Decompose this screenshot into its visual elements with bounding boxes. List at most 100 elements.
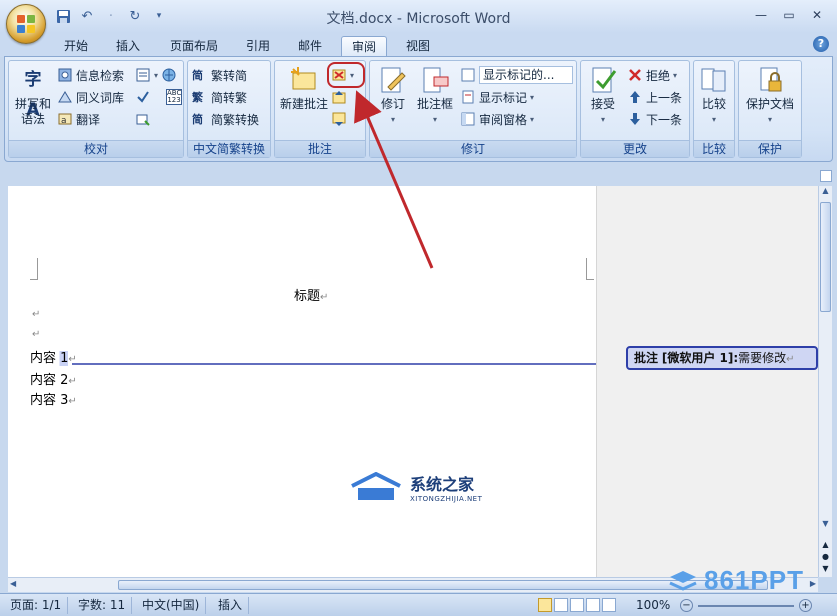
title-bar: ↶ · ↻ ▾ 文档.docx - Microsoft Word — ▭ ✕ [0, 0, 837, 33]
group-label-comments: 批注 [275, 140, 365, 157]
grammar-icon [135, 111, 151, 127]
chevron-down-icon: ▾ [530, 114, 535, 124]
watermark-brand: 861PPT [668, 565, 804, 596]
reject-button[interactable]: 拒绝 ▾ [627, 65, 677, 85]
browse-object-icon[interactable]: ● [819, 552, 832, 561]
vertical-scrollbar[interactable]: ▲ ▼ ▲ ● ▼ [818, 186, 832, 577]
zoom-out-icon[interactable]: − [680, 599, 693, 612]
svg-text:a: a [61, 116, 67, 126]
language-icon [135, 67, 151, 83]
group-label-compare: 比较 [694, 140, 734, 157]
scroll-down-icon[interactable]: ▼ [819, 519, 832, 533]
tab-home[interactable]: 开始 [54, 36, 98, 57]
next-page-icon[interactable]: ▼ [819, 564, 832, 573]
tab-view[interactable]: 视图 [396, 36, 440, 57]
reviewing-pane-button[interactable]: 审阅窗格 ▾ [460, 109, 534, 129]
status-insert-mode[interactable]: 插入 [212, 597, 250, 614]
next-comment-button[interactable] [331, 109, 347, 129]
restore-icon[interactable]: ▭ [777, 6, 801, 24]
tab-mailings[interactable]: 邮件 [288, 36, 332, 57]
research-label: 信息检索 [76, 68, 125, 83]
convert-icon: 简 [192, 113, 203, 126]
previous-page-icon[interactable]: ▲ [819, 540, 832, 549]
translate-button[interactable]: a 翻译 [57, 109, 100, 129]
spell-options-button[interactable]: ABC 123 [135, 87, 182, 107]
group-label-changes: 更改 [581, 140, 689, 157]
previous-change-button[interactable]: 上一条 [627, 87, 682, 107]
status-bar: 页面: 1/1 字数: 11 中文(中国) 插入 100% − + [0, 593, 837, 616]
research-button[interactable]: 信息检索 [57, 65, 124, 85]
balloons-button[interactable]: 批注框 ▾ [414, 65, 456, 127]
thesaurus-button[interactable]: 同义词库 [57, 87, 124, 107]
watermark-brand-text: 861PPT [704, 565, 804, 595]
to-traditional-label: 繁转简 [211, 68, 248, 83]
group-label-chinese: 中文简繁转换 [188, 140, 270, 157]
track-changes-label: 修订 [380, 97, 405, 111]
group-comments: 新建批注 ▾ 批注 [274, 60, 366, 158]
group-tracking: 修订 ▾ 批注框 ▾ 显示标记的... ▾ 显示标记 ▾ 审阅窗格 ▾ 修订 [369, 60, 577, 158]
protect-document-label: 保护文档 [745, 97, 794, 111]
zoom-slider[interactable] [698, 605, 794, 607]
comment-balloon[interactable]: 批注 [微软用户 1]:需要修改↵ [626, 346, 818, 370]
group-changes: 接受 ▾ 拒绝 ▾ 上一条 下一条 更改 [580, 60, 690, 158]
scroll-left-icon[interactable]: ◀ [10, 579, 16, 588]
office-logo-icon [17, 15, 35, 33]
tab-page-layout[interactable]: 页面布局 [160, 36, 228, 57]
full-screen-reading-icon[interactable] [554, 598, 568, 612]
new-comment-label: 新建批注 [279, 97, 328, 111]
show-markup-label: 显示标记 [479, 90, 528, 105]
to-simplified-label: 简转繁 [211, 90, 248, 105]
compare-label: 比较 [701, 97, 726, 111]
word-count-icon[interactable]: ABC 123 [166, 89, 182, 105]
to-simplified-button[interactable]: 繁 简转繁 [192, 87, 247, 107]
window-title: 文档.docx - Microsoft Word [326, 11, 511, 27]
proofing-extra-button[interactable] [135, 109, 151, 129]
comment-label: 批注 [634, 351, 659, 365]
draft-icon[interactable] [602, 598, 616, 612]
status-page[interactable]: 页面: 1/1 [4, 597, 69, 614]
new-comment-button[interactable]: 新建批注 [277, 65, 331, 112]
tab-insert[interactable]: 插入 [106, 36, 150, 57]
minimize-icon[interactable]: — [749, 6, 773, 24]
web-layout-icon[interactable] [570, 598, 584, 612]
status-language[interactable]: 中文(中国) [136, 597, 207, 614]
document-area[interactable]: 标题↵ ↵ ↵ 内容 1↵ 内容 2↵ 内容 3↵ 批注 [微软用户 1]:需要… [8, 186, 818, 577]
accept-button[interactable]: 接受 ▾ [585, 65, 621, 127]
zoom-in-icon[interactable]: + [799, 599, 812, 612]
scroll-right-icon[interactable]: ▶ [810, 579, 816, 588]
scroll-up-icon[interactable]: ▲ [819, 186, 832, 200]
compare-button[interactable]: 比较 ▾ [696, 65, 732, 127]
previous-change-label: 上一条 [646, 90, 683, 105]
view-ruler-icon[interactable] [820, 170, 832, 182]
track-changes-button[interactable]: 修订 ▾ [374, 65, 412, 127]
watermark-logo: 系统之家 XITONGZHIJIA.NET [348, 471, 482, 503]
next-change-button[interactable]: 下一条 [627, 109, 682, 129]
chevron-down-icon: ▾ [432, 115, 437, 124]
trad-to-simp-icon: 简 [192, 69, 203, 82]
print-layout-icon[interactable] [538, 598, 552, 612]
spell-check-icon [135, 89, 151, 105]
reviewing-pane-icon [460, 111, 476, 127]
chevron-down-icon: ▾ [767, 115, 772, 124]
show-markup-button[interactable]: 显示标记 ▾ [460, 87, 534, 107]
office-button[interactable] [6, 4, 46, 44]
help-icon[interactable]: ? [813, 36, 829, 52]
language-button[interactable]: ▾ [135, 65, 177, 85]
tab-review[interactable]: 审阅 [341, 36, 388, 57]
outline-icon[interactable] [586, 598, 600, 612]
chinese-convert-button[interactable]: 简 简繁转换 [192, 109, 259, 129]
to-traditional-button[interactable]: 简 繁转简 [192, 65, 247, 85]
view-buttons [538, 598, 616, 612]
display-for-review-select[interactable]: 显示标记的... ▾ [460, 65, 574, 85]
spelling-button[interactable]: 字A 拼写和 语法 [13, 65, 53, 127]
set-language-icon[interactable] [161, 67, 177, 83]
protect-document-button[interactable]: 保护文档 ▾ [741, 65, 799, 127]
tab-references[interactable]: 引用 [236, 36, 280, 57]
zoom-level[interactable]: 100% [636, 597, 670, 614]
scroll-thumb[interactable] [820, 202, 831, 312]
close-icon[interactable]: ✕ [805, 6, 829, 24]
status-word-count[interactable]: 字数: 11 [72, 597, 133, 614]
previous-comment-button[interactable] [331, 87, 347, 107]
comment-text: 需要修改 [738, 351, 787, 365]
chevron-down-icon: ▾ [711, 115, 716, 124]
